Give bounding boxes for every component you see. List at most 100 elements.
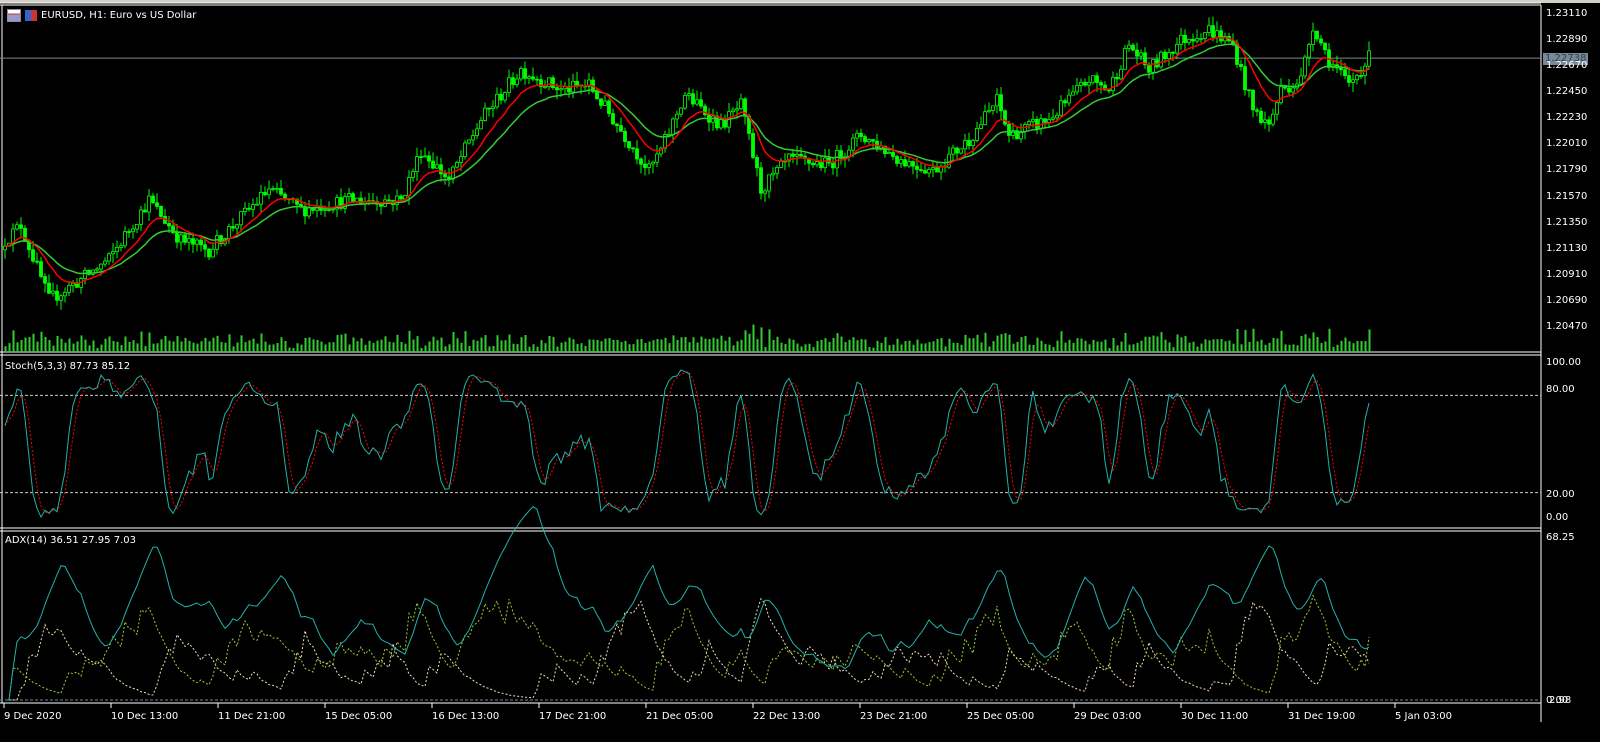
volume-bar [632,344,635,352]
volume-bar [976,334,979,352]
price-axis-label: 1.22010 [1546,138,1588,150]
candle-body [1059,100,1063,116]
time-axis-label: 30 Dec 11:00 [1181,711,1249,722]
volume-bar [900,344,903,352]
volume-bar [956,342,959,352]
volume-bar [340,334,343,352]
volume-bar [328,342,331,352]
volume-bar [336,334,339,352]
volume-bar [292,348,295,352]
volume-bar [416,336,419,352]
volume-bar [1060,331,1063,352]
candle-body [979,124,983,129]
time-axis-label: 16 Dec 13:00 [432,711,500,722]
volume-bar [220,341,223,352]
candle-body [1187,38,1191,43]
volume-bar [1236,328,1239,352]
candle-body [667,133,671,136]
candle-body [1203,32,1207,39]
volume-bar [936,339,939,352]
volume-bar [508,334,511,352]
volume-bar [660,339,663,352]
candle-body [259,191,263,205]
candle-body [1031,118,1035,122]
candle-body [699,99,703,107]
volume-bar [1016,341,1019,352]
volume-bar [1264,344,1267,352]
volume-bar [1096,341,1099,352]
candle-body [1307,44,1311,58]
candle-body [1035,118,1039,129]
volume-bar [1124,332,1127,352]
stoch-axis-label: 80.00 [1546,384,1575,395]
chart-canvas[interactable] [0,0,1600,742]
candle-body [39,261,43,277]
volume-bar [440,337,443,352]
volume-bar [852,337,855,352]
candle-body [1111,76,1115,92]
candle-body [791,153,795,157]
candle-body [867,139,871,143]
candle-body [251,204,255,210]
volume-bar [752,324,755,352]
volume-bar [8,343,11,352]
volume-bar [1136,342,1139,352]
candle-body [1179,34,1183,45]
volume-bar [524,335,527,352]
candle-body [1351,79,1355,83]
volume-bar [760,327,763,352]
volume-bar [136,343,139,352]
volume-bar [164,335,167,352]
candle-body [575,80,579,86]
volume-bar [1152,335,1155,352]
volume-bar [1244,329,1247,352]
candle-body [855,132,859,139]
volume-bar [1212,339,1215,352]
volume-bar [864,339,867,352]
volume-bar [880,342,883,352]
volume-bar [940,338,943,352]
candle-body [859,132,863,137]
candle-body [107,253,111,262]
candle-body [551,77,555,88]
volume-bar [1184,335,1187,352]
volume-bar [764,347,767,352]
price-axis-label: 1.23110 [1546,8,1588,19]
volume-bar [156,343,159,352]
volume-bar [492,346,495,352]
volume-bar [1040,340,1043,352]
candle-body [555,87,559,91]
candle-body [1339,67,1343,71]
candle-body [103,260,107,265]
time-axis-label: 5 Jan 03:00 [1395,711,1452,722]
volume-bar [644,343,647,352]
candle-body [1239,64,1243,67]
volume-bar [456,338,459,352]
volume-bar [224,342,227,352]
candle-body [903,159,907,167]
candle-body [63,291,67,297]
volume-bar [308,337,311,352]
volume-bar [216,335,219,352]
price-axis-label: 1.20910 [1546,268,1588,280]
candle-body [239,211,243,226]
candle-body [771,172,775,176]
candle-body [471,135,475,141]
volume-bar [708,339,711,352]
price-axis-label: 1.22450 [1546,86,1588,98]
candle-body [651,161,655,165]
volume-bar [424,345,427,352]
candle-body [191,238,195,245]
volume-bar [104,338,107,352]
candle-body [115,246,119,252]
candle-body [511,77,515,85]
candle-body [955,147,959,154]
candle-body [1067,94,1071,104]
volume-bar [436,340,439,352]
volume-bar [580,343,583,352]
volume-bar [64,342,67,352]
volume-bar [300,344,303,352]
volume-bar [604,338,607,352]
volume-bar [540,340,543,352]
volume-bar [512,343,515,352]
